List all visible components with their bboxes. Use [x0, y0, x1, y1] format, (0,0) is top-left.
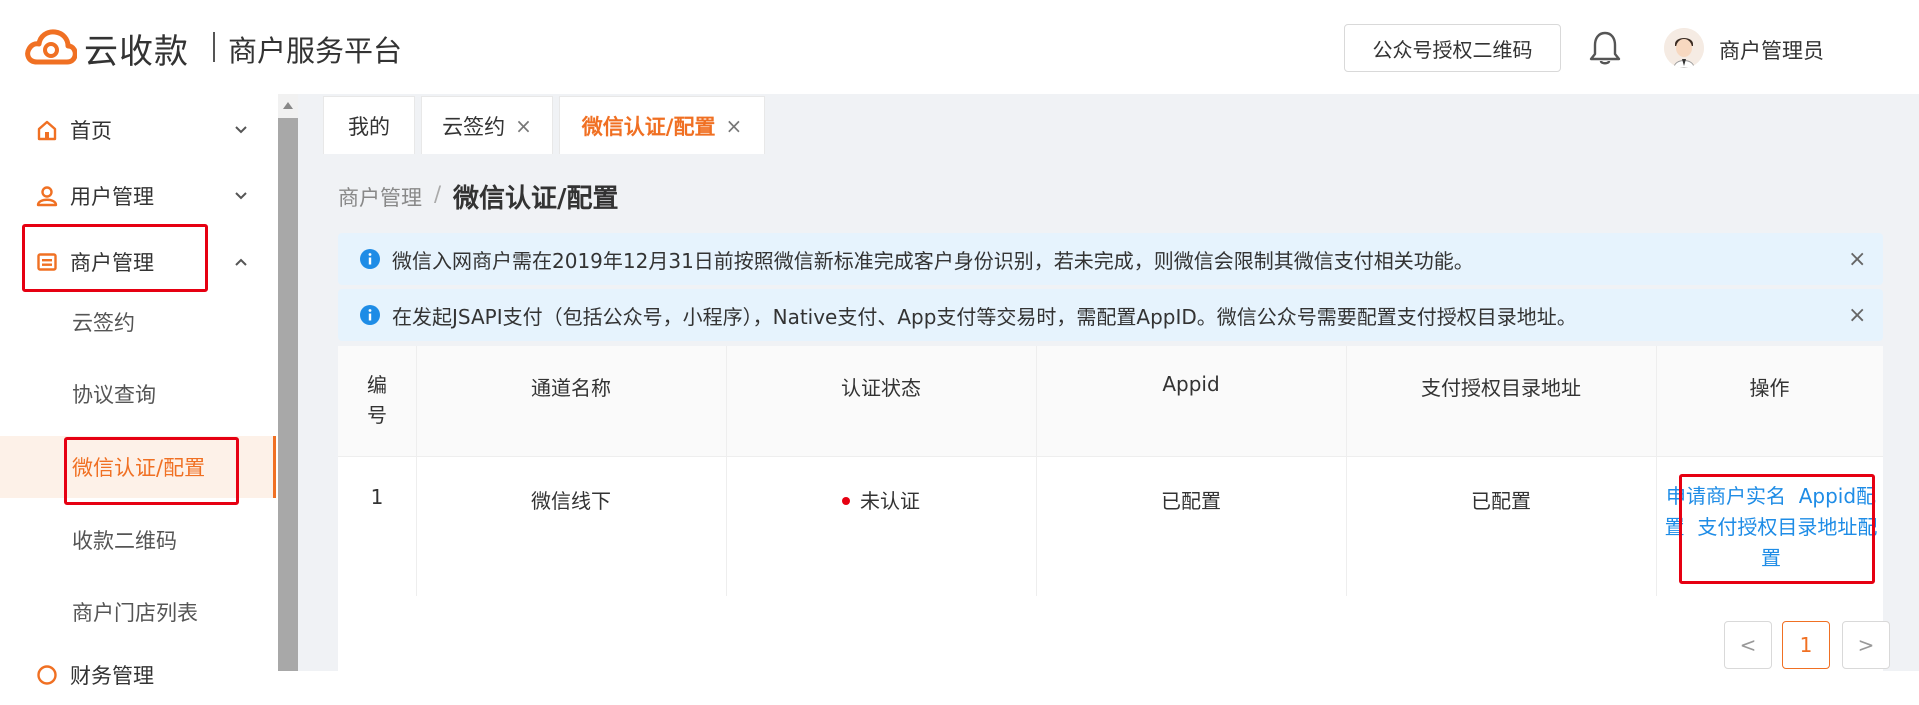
breadcrumb-separator: /: [434, 182, 442, 206]
alert-text: 微信入网商户需在2019年12月31日前按照微信新标准完成客户身份识别，若未完成…: [392, 248, 1474, 273]
sidebar-scrollbar-thumb[interactable]: [278, 118, 298, 671]
sidebar-item-label: 财务管理: [70, 664, 154, 688]
info-icon: [360, 305, 380, 325]
alert-text: 在发起JSAPI支付（包括公众号，小程序），Native支付、App支付等交易时…: [392, 304, 1577, 329]
sidebar-subitem-payment-qr[interactable]: 收款二维码: [0, 509, 276, 571]
pagination-panel: [338, 596, 1883, 671]
cell-status: 未认证: [726, 485, 1036, 514]
tab-mine[interactable]: 我的: [323, 96, 415, 154]
column-header-appid: Appid: [1162, 372, 1220, 396]
chevron-down-icon: [235, 126, 247, 134]
cloud-logo-icon: [25, 29, 77, 65]
highlight-box-actions: [1679, 474, 1875, 584]
sidebar-item-users[interactable]: 用户管理: [0, 166, 276, 226]
column-header-status: 认证状态: [841, 376, 921, 400]
scroll-up-arrow-icon[interactable]: [283, 102, 293, 109]
highlight-box-wechat-auth: [64, 437, 239, 505]
cell-channel: 微信线下: [531, 489, 611, 513]
sidebar-item-finance[interactable]: 财务管理: [0, 645, 276, 705]
column-divider: [1036, 346, 1037, 597]
cell-pay-dir: 已配置: [1471, 489, 1531, 513]
logo-divider: [213, 32, 215, 62]
page-1-button[interactable]: 1: [1782, 621, 1830, 669]
chevron-down-icon: [235, 192, 247, 200]
avatar-icon: [1664, 28, 1704, 68]
next-page-button[interactable]: >: [1842, 621, 1890, 669]
status-dot-icon: [842, 496, 850, 505]
close-icon[interactable]: ×: [725, 114, 742, 138]
user-icon: [36, 186, 58, 207]
sidebar-item-home[interactable]: 首页: [0, 100, 276, 160]
page-title: 微信认证/配置: [453, 184, 619, 214]
tab-cloud-sign[interactable]: 云签约 ×: [421, 96, 553, 154]
bell-icon[interactable]: [1588, 30, 1622, 66]
sidebar-item-label: 首页: [70, 119, 112, 143]
username[interactable]: 商户管理员: [1719, 35, 1824, 65]
sidebar-subitem-agreement-query[interactable]: 协议查询: [0, 363, 276, 425]
avatar[interactable]: [1664, 28, 1704, 68]
sidebar-item-label: 用户管理: [70, 185, 154, 209]
column-header-pay-dir: 支付授权目录地址: [1421, 376, 1581, 400]
logo-text: 云收款: [84, 32, 189, 72]
info-alert: 在发起JSAPI支付（包括公众号，小程序），Native支付、App支付等交易时…: [338, 289, 1883, 341]
info-alert: 微信入网商户需在2019年12月31日前按照微信新标准完成客户身份识别，若未完成…: [338, 233, 1883, 285]
column-divider: [1346, 346, 1347, 597]
channel-table: 编号 通道名称 认证状态 Appid 支付授权目录地址 操作 1 微信线下 未认…: [338, 346, 1883, 597]
sidebar-subitem-cloud-sign[interactable]: 云签约: [0, 291, 276, 353]
top-header: 云收款 商户服务平台 公众号授权二维码 商户管理员: [0, 0, 1919, 94]
column-divider: [1656, 346, 1657, 597]
info-icon: [360, 249, 380, 269]
highlight-box-merchant: [22, 224, 208, 292]
column-header-channel: 通道名称: [531, 376, 611, 400]
table-header: 编号 通道名称 认证状态 Appid 支付授权目录地址 操作: [338, 346, 1883, 457]
close-icon[interactable]: ×: [515, 114, 532, 138]
platform-name: 商户服务平台: [228, 34, 403, 68]
close-icon[interactable]: ×: [1848, 247, 1866, 272]
sidebar: 首页 用户管理 商户管理 云签约 协议查询 微信认证/配置 收款二维码 商户门店…: [0, 94, 278, 688]
tab-wechat-auth[interactable]: 微信认证/配置 ×: [559, 96, 765, 154]
finance-icon: [37, 665, 57, 685]
breadcrumb-parent[interactable]: 商户管理: [338, 182, 422, 212]
chevron-up-icon: [235, 258, 247, 266]
cell-id: 1: [370, 485, 384, 509]
column-divider: [416, 346, 417, 597]
cell-appid: 已配置: [1161, 489, 1221, 513]
column-divider: [726, 346, 727, 597]
sidebar-subitem-store-list[interactable]: 商户门店列表: [0, 581, 276, 643]
main-content: 我的 云签约 × 微信认证/配置 × 商户管理 / 微信认证/配置 微信入网商户…: [298, 94, 1919, 671]
table-row: 1 微信线下 未认证 已配置 已配置 申请商户实名 Appid配置 支付授权目录…: [338, 457, 1883, 597]
column-header-actions: 操作: [1749, 376, 1790, 400]
official-account-qr-button[interactable]: 公众号授权二维码: [1344, 24, 1561, 72]
prev-page-button[interactable]: <: [1724, 621, 1772, 669]
home-icon: [37, 120, 57, 141]
close-icon[interactable]: ×: [1848, 303, 1866, 328]
column-header-id: 编号: [367, 373, 387, 427]
